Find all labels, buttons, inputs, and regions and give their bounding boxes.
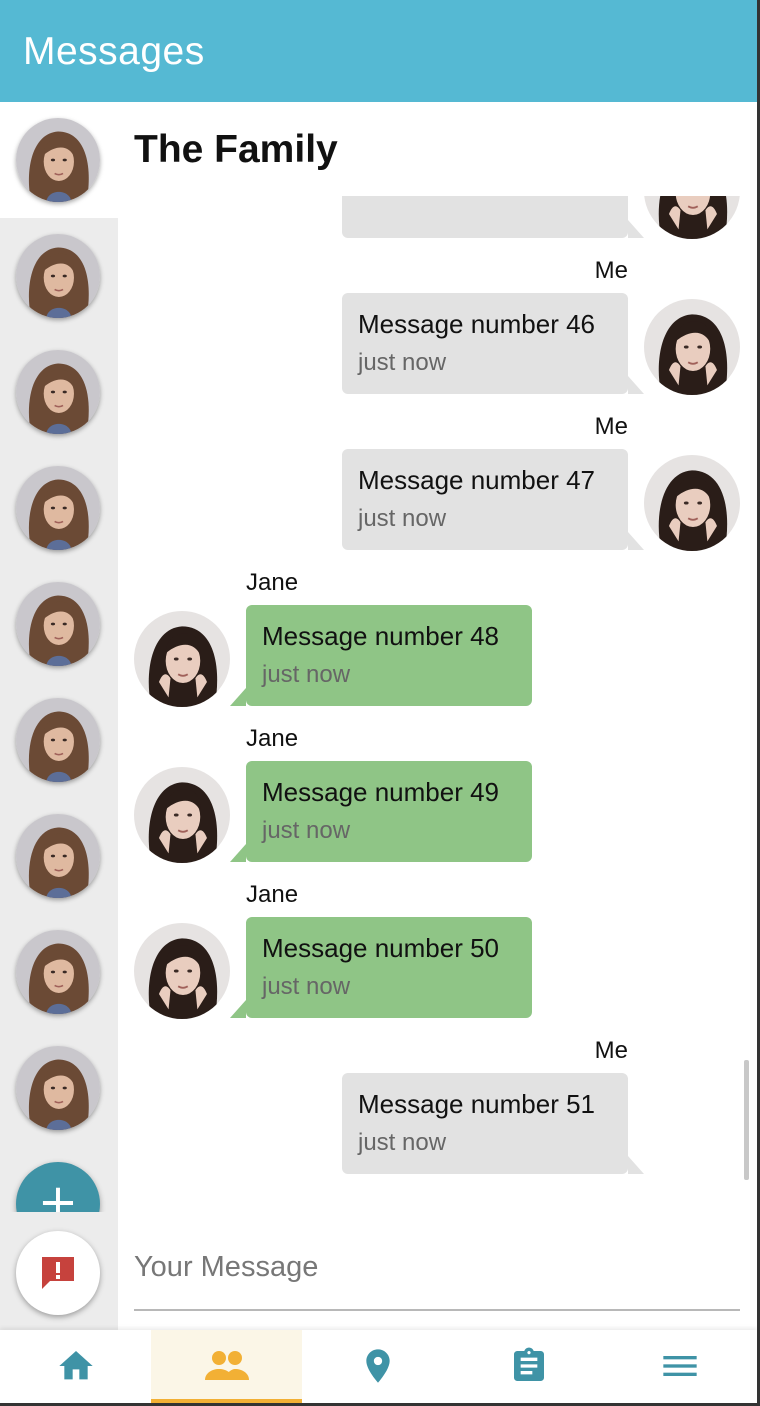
contact-avatar[interactable]: [16, 814, 100, 898]
contact-avatar[interactable]: [16, 698, 100, 782]
my-message: Me Message number 47 just now: [118, 373, 757, 551]
avatar-image: [16, 234, 100, 318]
conversation-title: The Family: [134, 128, 338, 171]
message-text: Message number 49: [262, 777, 500, 807]
message-list[interactable]: Me Message number 46 just now Me Message num…: [118, 196, 757, 1210]
message-timestamp: just now: [358, 1129, 447, 1156]
alert-icon: [42, 1257, 74, 1289]
nav-home[interactable]: [0, 1330, 151, 1403]
contact-avatar[interactable]: [16, 466, 100, 550]
nav-groups[interactable]: [151, 1330, 302, 1403]
message-scrollbar[interactable]: [744, 1060, 749, 1180]
nav-location[interactable]: [302, 1330, 453, 1403]
bottom-nav: [0, 1330, 757, 1403]
avatar-image: [16, 698, 100, 782]
message-sender: Me: [594, 413, 628, 440]
message-sender: Jane: [246, 725, 299, 752]
nav-tasks[interactable]: [453, 1330, 604, 1403]
app-bar: Messages: [0, 0, 757, 102]
my-message: [118, 196, 757, 239]
their-message: Jane Message number 48 just now: [118, 529, 757, 707]
group-icon: [204, 1351, 249, 1380]
contact-avatar[interactable]: [16, 118, 100, 202]
home-icon: [58, 1351, 93, 1380]
avatar-image: [16, 582, 100, 666]
message-sender: Me: [594, 1037, 628, 1064]
app-title: Messages: [23, 30, 205, 73]
their-message: Jane Message number 49 just now: [118, 685, 757, 863]
avatar-image: [16, 118, 100, 202]
message-sender: Jane: [246, 569, 299, 596]
their-message: Jane Message number 50 just now: [118, 841, 757, 1019]
message-input[interactable]: [134, 1225, 740, 1311]
message-text: Message number 51: [358, 1089, 596, 1119]
composer: [134, 1225, 740, 1315]
location-pin-icon: [365, 1349, 390, 1383]
alert-button[interactable]: [16, 1231, 100, 1315]
clipboard-icon: [513, 1347, 544, 1381]
contacts-sidebar: +: [0, 102, 118, 1330]
my-message: Me Message number 46 just now: [118, 217, 757, 395]
avatar-image: [16, 466, 100, 550]
avatar-image: [16, 930, 100, 1014]
message-text: Message number 48: [262, 621, 500, 651]
message-text: Message number 47: [358, 465, 596, 495]
contact-avatar[interactable]: [16, 350, 100, 434]
message-sender: Jane: [246, 881, 299, 908]
menu-icon: [662, 1356, 697, 1376]
message-bubble[interactable]: Message number 51 just now: [342, 1073, 628, 1174]
contact-avatar[interactable]: [16, 582, 100, 666]
my-message: Me Message number 51 just now: [118, 997, 757, 1174]
message-text: Message number 46: [358, 309, 596, 339]
avatar-image: [16, 350, 100, 434]
nav-menu[interactable]: [604, 1330, 755, 1403]
avatar-image: [16, 1046, 100, 1130]
message-sender: Me: [594, 257, 628, 284]
message-text: Message number 50: [262, 933, 500, 963]
bubble-tail: [628, 1156, 644, 1174]
contact-avatar[interactable]: [16, 930, 100, 1014]
contact-avatar[interactable]: [16, 1046, 100, 1130]
messages-app: Messages + The Family Me Message number 4…: [0, 0, 757, 1403]
avatar-image: [16, 814, 100, 898]
contact-avatar[interactable]: [16, 234, 100, 318]
